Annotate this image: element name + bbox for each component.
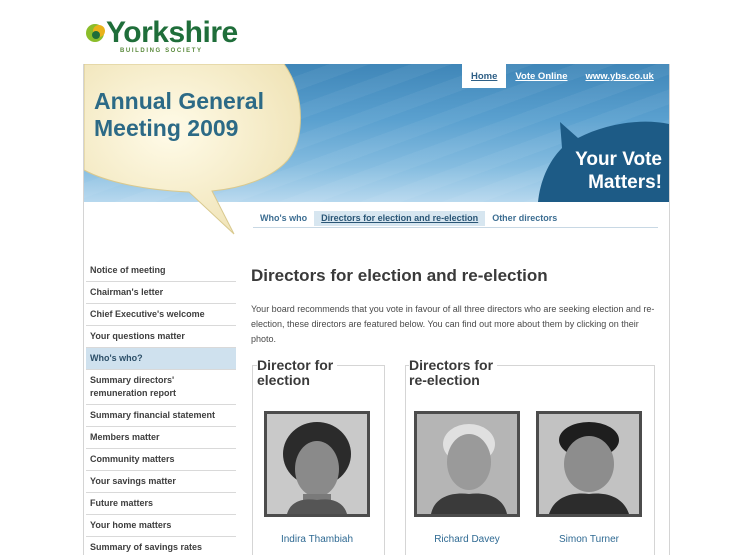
vote-text-line-1: Your Vote	[575, 149, 662, 170]
sidebar-item-members-matter[interactable]: Members matter	[86, 427, 236, 449]
nav-ybs-website[interactable]: www.ybs.co.uk	[577, 64, 663, 88]
reelection-heading-line-1: Directors for	[409, 357, 494, 373]
top-navigation: Home Vote Online www.ybs.co.uk	[462, 64, 663, 88]
vote-text-line-2: Matters!	[588, 172, 662, 193]
intro-paragraph: Your board recommends that you vote in f…	[251, 304, 655, 344]
sidebar-item-your-questions-matter[interactable]: Your questions matter	[86, 326, 236, 348]
logo-subtitle: BUILDING SOCIETY	[120, 48, 203, 54]
sidebar-item-future-matters[interactable]: Future matters	[86, 493, 236, 515]
director-name-simon-turner[interactable]: Simon Turner	[529, 534, 649, 545]
sub-tabs: Who's who Directors for election and re-…	[253, 210, 658, 228]
sidebar-item-chairmans-letter[interactable]: Chairman's letter	[86, 282, 236, 304]
tab-directors-election[interactable]: Directors for election and re-election	[314, 211, 486, 226]
sidebar-item-chief-executives-welcome[interactable]: Chief Executive's welcome	[86, 304, 236, 326]
director-name-indira-thambiah[interactable]: Indira Thambiah	[257, 534, 377, 545]
portrait-icon	[267, 414, 367, 514]
vote-matters-text: Your Vote Matters!	[548, 148, 662, 194]
agm-title-line-2: Meeting 2009	[94, 115, 239, 141]
sidebar-item-notice-of-meeting[interactable]: Notice of meeting	[86, 260, 236, 282]
tab-other-directors[interactable]: Other directors	[485, 211, 564, 226]
sidebar-item-financial-statement[interactable]: Summary financial statement	[86, 405, 236, 427]
portrait-icon	[539, 414, 639, 514]
sidebar-item-community-matters[interactable]: Community matters	[86, 449, 236, 471]
director-name-richard-davey[interactable]: Richard Davey	[407, 534, 527, 545]
sidebar-nav: Notice of meeting Chairman's letter Chie…	[86, 260, 236, 555]
director-photo-simon-turner[interactable]	[536, 411, 642, 517]
sidebar-item-your-savings-matter[interactable]: Your savings matter	[86, 471, 236, 493]
agm-title: Annual General Meeting 2009	[94, 88, 284, 142]
tab-whos-who[interactable]: Who's who	[253, 211, 314, 226]
logo-wordmark: Yorkshire	[106, 16, 238, 49]
election-heading: Director for election	[257, 357, 338, 388]
reelection-heading: Directors for re-election	[409, 357, 498, 388]
page-title: Directors for election and re-election	[251, 266, 548, 285]
sidebar-item-savings-rates[interactable]: Summary of savings rates	[86, 537, 236, 555]
election-heading-line-2: election	[257, 372, 310, 388]
sidebar-item-whos-who[interactable]: Who's who?	[86, 348, 236, 370]
nav-home[interactable]: Home	[462, 64, 507, 88]
nav-vote-online[interactable]: Vote Online	[506, 64, 576, 88]
portrait-icon	[417, 414, 517, 514]
sidebar-item-remuneration-report[interactable]: Summary directors' remuneration report	[86, 370, 236, 405]
agm-title-line-1: Annual General	[94, 88, 264, 114]
director-photo-richard-davey[interactable]	[414, 411, 520, 517]
yorkshire-logo[interactable]: Yorkshire BUILDING SOCIETY	[84, 14, 238, 54]
election-heading-line-1: Director for	[257, 357, 334, 373]
reelection-heading-line-2: re-election	[409, 372, 480, 388]
director-photo-indira-thambiah[interactable]	[264, 411, 370, 517]
sidebar-item-your-home-matters[interactable]: Your home matters	[86, 515, 236, 537]
